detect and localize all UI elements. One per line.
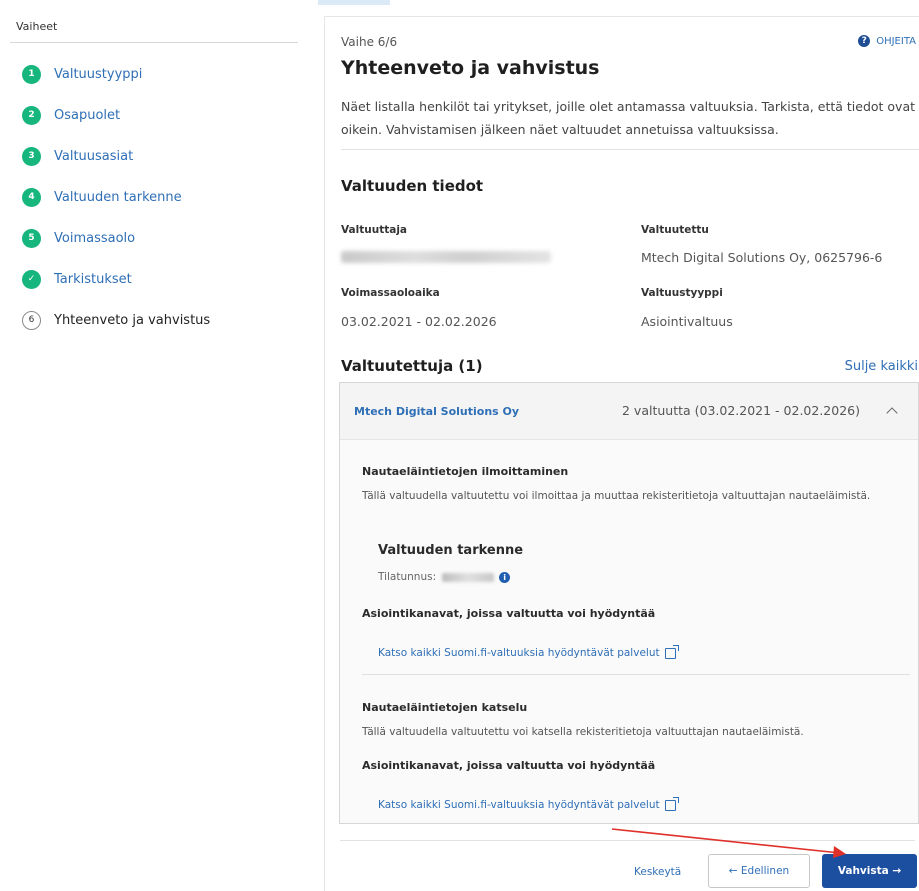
annotation-arrow-head [833,846,846,858]
annotation-arrow [611,828,846,858]
annotation-arrow-line [611,828,841,854]
